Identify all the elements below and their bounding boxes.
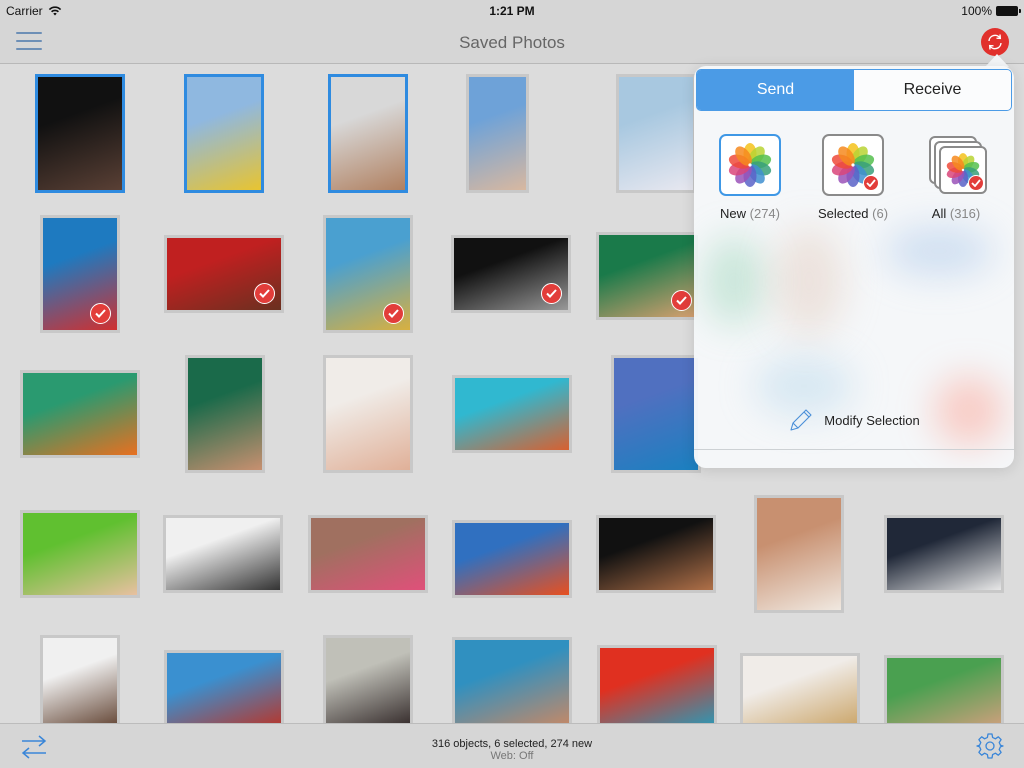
photo-thumbnail-man-beanie-shirtless[interactable] xyxy=(596,515,716,593)
send-new-option[interactable]: New (274) xyxy=(700,134,800,221)
modify-selection-button[interactable]: Modify Selection xyxy=(694,408,1014,432)
pencil-icon xyxy=(790,409,812,431)
tab-send[interactable]: Send xyxy=(697,70,854,110)
sync-icon xyxy=(988,34,1002,50)
option-label: All (316) xyxy=(906,206,1006,221)
photo-thumbnail-man-smiling-beach[interactable] xyxy=(616,74,696,193)
blur-backdrop xyxy=(774,226,844,336)
option-label-text: All xyxy=(931,206,947,221)
photo-thumbnail-baby-white-bonnet[interactable] xyxy=(323,355,413,473)
sync-button[interactable] xyxy=(981,28,1009,56)
all-photos-button[interactable] xyxy=(923,134,989,200)
navigation-bar: Saved Photos xyxy=(0,20,1024,64)
modify-selection-label: Modify Selection xyxy=(824,412,920,428)
photo-thumbnail-woman-black-cap[interactable] xyxy=(35,74,125,193)
photo-thumbnail-golden-gate-bridge[interactable] xyxy=(164,650,284,723)
checkmark-badge-icon xyxy=(968,175,984,191)
option-count: (316) xyxy=(949,206,981,221)
option-label-text: Selected xyxy=(817,206,869,221)
selected-checkmark-icon xyxy=(671,290,692,311)
sync-popover: Send Receive New (274) Selected (6) All … xyxy=(694,66,1014,468)
photo-thumbnail-starfish-beach[interactable] xyxy=(323,215,413,333)
blur-backdrop xyxy=(754,356,854,416)
battery-percent: 100% xyxy=(961,4,992,18)
collection-summary: 316 objects, 6 selected, 274 new Web: Of… xyxy=(0,738,1024,762)
send-selected-option[interactable]: Selected (6) xyxy=(803,134,903,221)
option-label: New (274) xyxy=(700,206,800,221)
new-photos-button[interactable] xyxy=(719,134,781,196)
photo-thumbnail-blue-misty-rocks[interactable] xyxy=(611,355,701,473)
settings-button[interactable] xyxy=(976,732,1004,765)
option-count: (6) xyxy=(872,206,889,221)
photo-thumbnail-man-dark-hair[interactable] xyxy=(323,635,413,723)
photo-thumbnail-woman-hands-face-green[interactable] xyxy=(884,655,1004,723)
summary-text: 316 objects, 6 selected, 274 new xyxy=(431,738,593,750)
option-label: Selected (6) xyxy=(803,206,903,221)
web-status: Web: Off xyxy=(490,750,534,762)
photo-thumbnail-woman-surprised-green[interactable] xyxy=(596,232,701,320)
photo-thumbnail-child-duck-float[interactable] xyxy=(184,74,264,193)
selected-checkmark-icon xyxy=(383,303,404,324)
photo-thumbnail-woman-milk-glass[interactable] xyxy=(40,215,120,333)
photo-thumbnail-dalmatian-puppy[interactable] xyxy=(163,515,283,593)
selected-checkmark-icon xyxy=(90,303,111,324)
checkmark-badge-icon xyxy=(863,175,879,191)
selected-checkmark-icon xyxy=(254,283,275,304)
tab-receive[interactable]: Receive xyxy=(854,70,1011,110)
photo-thumbnail-macaw-parrots[interactable] xyxy=(597,645,717,723)
blur-backdrop xyxy=(704,236,764,326)
photos-flower-icon xyxy=(728,143,772,187)
selected-checkmark-icon xyxy=(541,283,562,304)
send-receive-segmented-control: Send Receive xyxy=(696,69,1012,111)
photo-thumbnail-water-drops-flower[interactable] xyxy=(452,520,572,598)
photo-thumbnail-swimsuit-snorkel[interactable] xyxy=(452,637,572,723)
photo-thumbnail-woman-black-white[interactable] xyxy=(451,235,571,313)
battery-icon xyxy=(996,6,1021,16)
photo-thumbnail-baby-green-towel[interactable] xyxy=(20,510,140,598)
status-bar: Carrier 1:21 PM 100% xyxy=(0,0,1024,20)
photo-thumbnail-girl-dandelion[interactable] xyxy=(466,74,529,193)
photo-thumbnail-girl-snorkel-starfish[interactable] xyxy=(452,375,572,453)
photo-thumbnail-clownfish-anemone[interactable] xyxy=(20,370,140,458)
photo-thumbnail-woman-covering-face-red[interactable] xyxy=(164,235,284,313)
photo-thumbnail-dog-sunglasses[interactable] xyxy=(328,74,408,193)
clock: 1:21 PM xyxy=(489,4,535,18)
page-title: Saved Photos xyxy=(459,33,565,52)
blur-backdrop xyxy=(884,226,994,276)
photo-thumbnail-crosswalk-shadows[interactable] xyxy=(884,515,1004,593)
battery-indicator: 100% xyxy=(961,4,1021,18)
photo-thumbnail-woman-short-hair[interactable] xyxy=(40,635,120,723)
photo-thumbnail-eyes-pink-fan[interactable] xyxy=(308,515,428,593)
bottom-toolbar: 316 objects, 6 selected, 274 new Web: Of… xyxy=(0,723,1024,768)
selected-photos-button[interactable] xyxy=(822,134,884,196)
send-all-option[interactable]: All (316) xyxy=(906,134,1006,221)
popover-divider xyxy=(694,449,1014,450)
option-count: (274) xyxy=(749,206,780,221)
photo-thumbnail-woman-curly-blonde[interactable] xyxy=(740,653,860,723)
option-label-text: New xyxy=(720,206,747,221)
gear-icon xyxy=(976,733,1004,759)
photos-stack-icon xyxy=(939,146,987,194)
photo-thumbnail-woman-green-backdrop[interactable] xyxy=(185,355,265,473)
photo-thumbnail-woman-daisy[interactable] xyxy=(754,495,844,613)
